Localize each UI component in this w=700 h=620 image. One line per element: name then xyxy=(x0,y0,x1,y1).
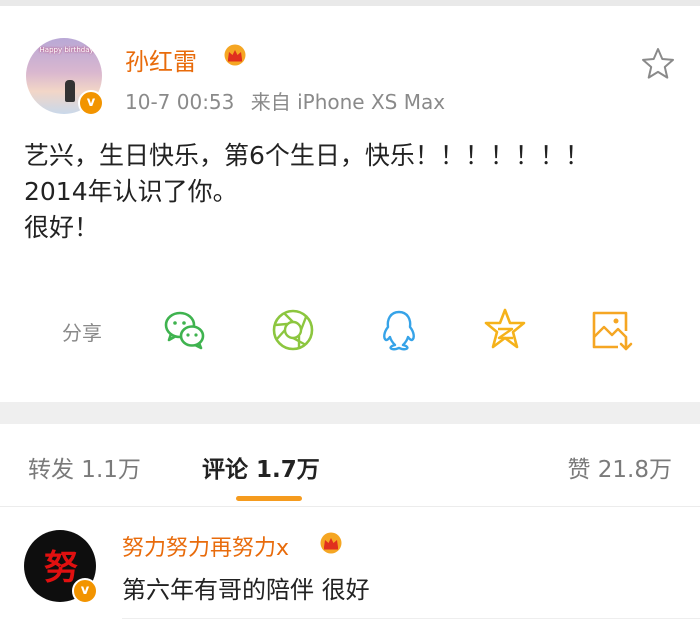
post-content: 艺兴，生日快乐，第6个生日，快乐！！！！！！！ 2014年认识了你。 很好！ xyxy=(24,138,684,246)
post-source: 来自 iPhone XS Max xyxy=(250,90,446,114)
author-name[interactable]: 孙红雷 xyxy=(125,42,197,77)
post-meta: 10-7 00:53 来自 iPhone XS Max xyxy=(125,86,445,115)
active-tab-indicator xyxy=(236,496,302,501)
tab-repost[interactable]: 转发 1.1万 xyxy=(28,450,141,484)
save-image-icon[interactable] xyxy=(588,307,634,353)
commenter-name[interactable]: 努力努力再努力x xyxy=(122,530,289,562)
content-line: 2014年认识了你。 xyxy=(24,177,238,206)
verified-badge-icon: v xyxy=(78,90,104,116)
share-bar: 分享 xyxy=(0,301,700,357)
vip-crown-icon xyxy=(320,532,342,554)
qzone-icon[interactable] xyxy=(482,307,528,353)
verified-badge-icon: v xyxy=(72,578,98,604)
share-label: 分享 xyxy=(62,321,102,345)
tab-comments[interactable]: 评论 1.7万 xyxy=(202,450,320,484)
moments-icon[interactable] xyxy=(270,307,316,353)
comment-item[interactable]: 努 v 努力努力再努力x 第六年有哥的陪伴 很好 xyxy=(0,508,700,620)
tab-likes[interactable]: 赞 21.8万 xyxy=(567,450,672,484)
comment-divider xyxy=(122,618,700,619)
qq-icon[interactable] xyxy=(376,307,422,353)
comment-text: 第六年有哥的陪伴 很好 xyxy=(122,576,370,604)
content-line: 艺兴，生日快乐，第6个生日，快乐！！！！！！！ xyxy=(24,141,590,170)
wechat-icon[interactable] xyxy=(162,307,208,353)
favorite-star-icon[interactable] xyxy=(640,46,676,82)
vip-crown-icon xyxy=(224,44,246,66)
post-time: 10-7 00:53 xyxy=(125,90,235,114)
avatar-figure xyxy=(65,80,75,102)
weibo-post: Happy birthday! v 孙红雷 10-7 00:53 来自 iPho… xyxy=(0,6,700,406)
post-stats-tabs: 转发 1.1万 评论 1.7万 赞 21.8万 xyxy=(0,424,700,507)
content-line: 很好！ xyxy=(24,213,100,242)
section-gap xyxy=(0,402,700,424)
avatar-caption: Happy birthday! xyxy=(39,46,97,54)
